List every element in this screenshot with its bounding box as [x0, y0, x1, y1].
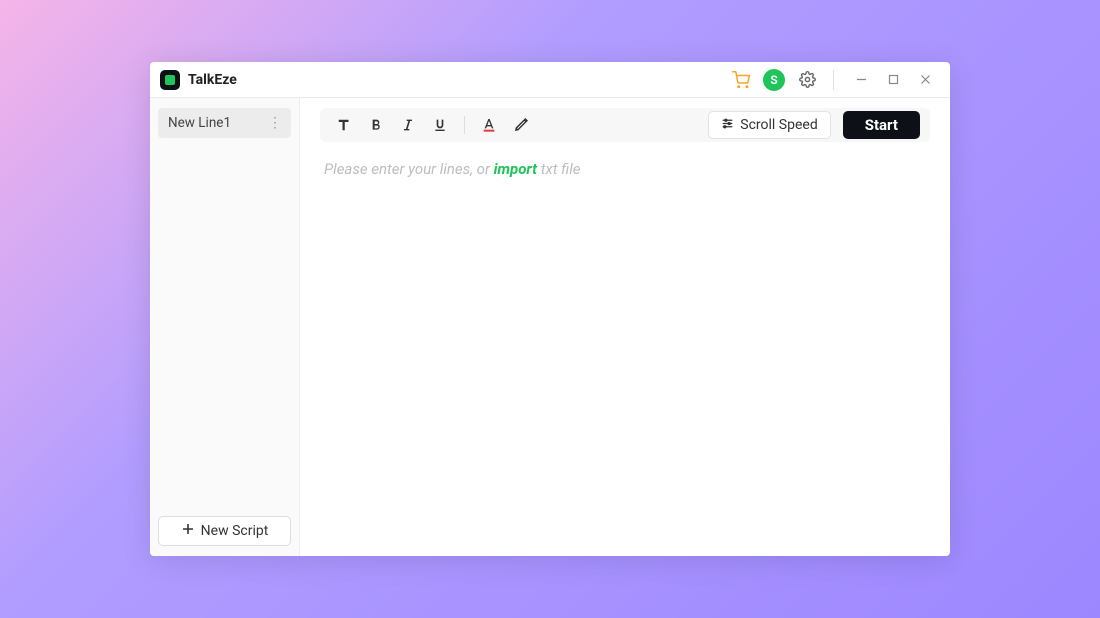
placeholder-prefix: Please enter your lines, or [324, 160, 494, 178]
maximize-button[interactable] [878, 66, 908, 94]
bold-button[interactable] [362, 112, 390, 138]
scroll-speed-label: Scroll Speed [740, 117, 817, 133]
main-area: Scroll Speed Start Please enter your lin… [300, 98, 950, 556]
text-color-button[interactable] [475, 112, 503, 138]
start-button[interactable]: Start [843, 111, 920, 139]
gear-icon[interactable] [793, 66, 821, 94]
script-item-label: New Line1 [168, 115, 231, 131]
cart-icon[interactable] [727, 66, 755, 94]
new-script-label: New Script [201, 523, 269, 539]
italic-button[interactable] [394, 112, 422, 138]
app-title: TalkEze [188, 72, 237, 88]
app-logo [160, 70, 180, 90]
new-script-button[interactable]: New Script [158, 516, 291, 546]
placeholder-suffix: txt file [541, 160, 581, 178]
editor-area[interactable]: Please enter your lines, or import txt f… [320, 142, 930, 546]
editor-placeholder: Please enter your lines, or import txt f… [324, 160, 926, 178]
format-toolbar: Scroll Speed Start [320, 108, 930, 142]
close-button[interactable] [910, 66, 940, 94]
plus-icon [181, 522, 195, 540]
avatar[interactable]: S [763, 69, 785, 91]
script-item[interactable]: New Line1 ⋮ [158, 108, 291, 138]
highlight-button[interactable] [507, 112, 535, 138]
toolbar-divider [464, 116, 465, 134]
avatar-letter: S [770, 73, 777, 87]
sidebar: New Line1 ⋮ New Script [150, 98, 300, 556]
app-logo-inner [165, 75, 175, 85]
titlebar-divider [833, 70, 834, 90]
app-window: TalkEze S New Line1 ⋮ [150, 62, 950, 556]
font-size-button[interactable] [330, 112, 358, 138]
app-body: New Line1 ⋮ New Script [150, 98, 950, 556]
titlebar: TalkEze S [150, 62, 950, 98]
start-label: Start [865, 116, 898, 134]
underline-button[interactable] [426, 112, 454, 138]
scroll-speed-button[interactable]: Scroll Speed [708, 111, 830, 139]
window-controls [846, 66, 940, 94]
sliders-icon [721, 117, 734, 134]
import-link[interactable]: import [494, 160, 537, 178]
minimize-button[interactable] [846, 66, 876, 94]
more-icon[interactable]: ⋮ [268, 115, 281, 131]
